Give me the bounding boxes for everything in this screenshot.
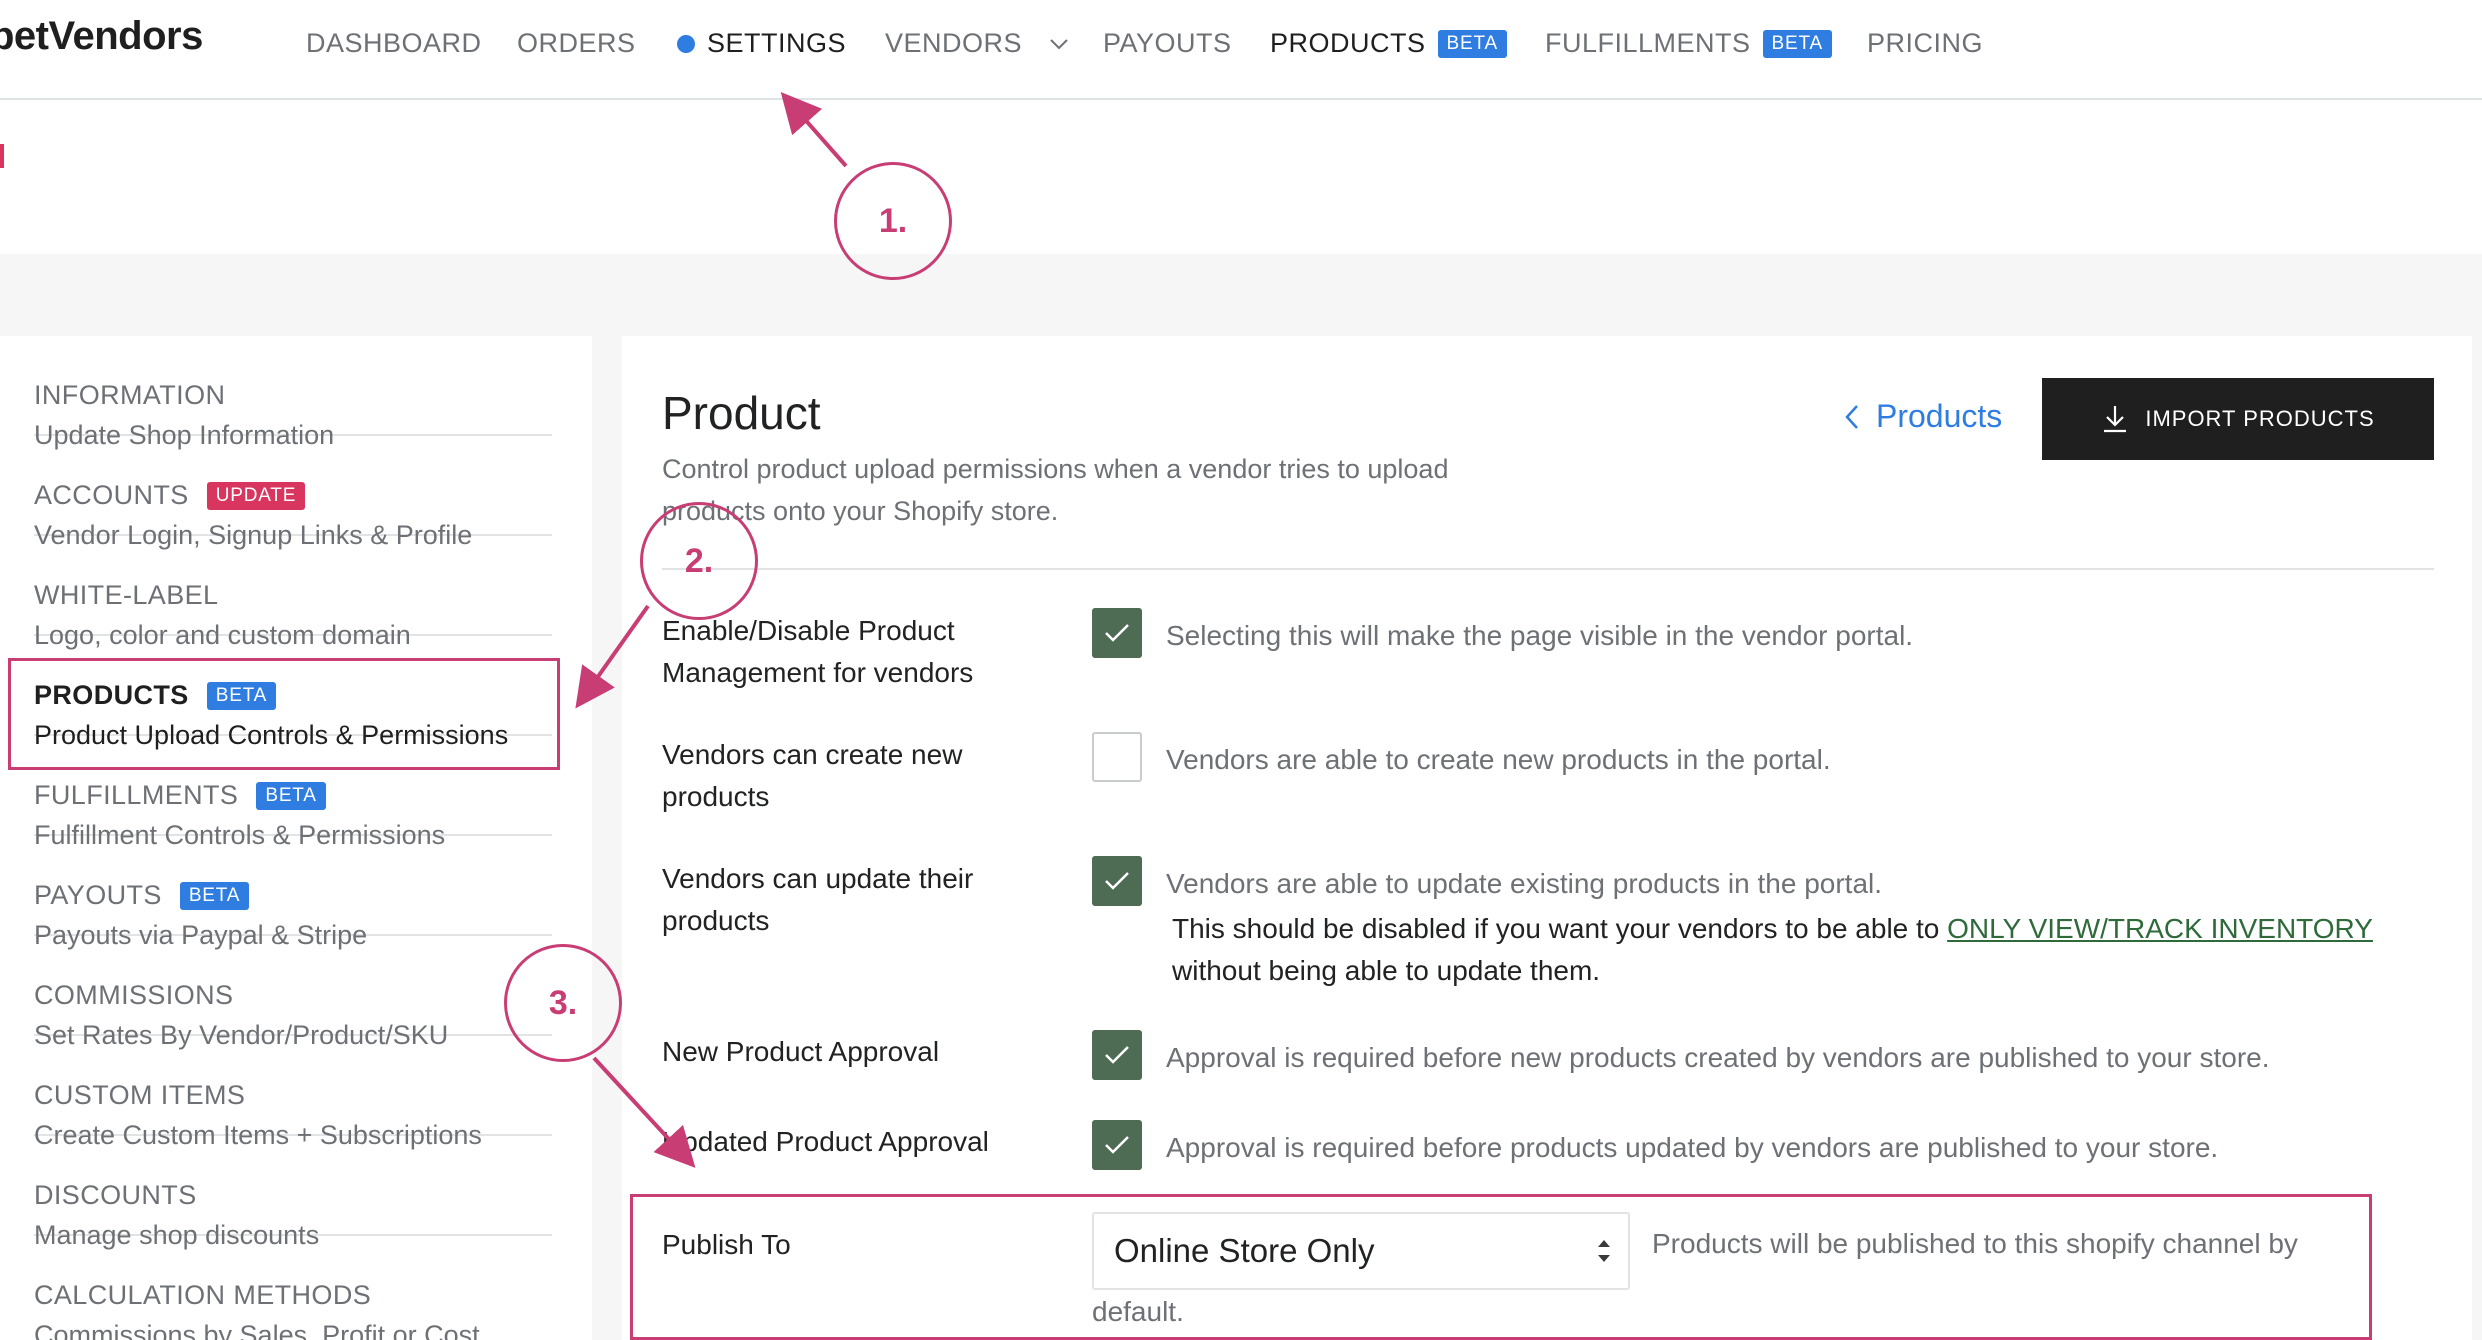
annotation-arrow-2 <box>575 604 650 709</box>
annotation-arrow-3 <box>592 1056 696 1168</box>
annotation-arrow-1 <box>780 92 848 168</box>
annotation-arrows <box>575 92 848 1168</box>
app-window: petVendors DASHBOARD ORDERS SETTINGS VEN… <box>0 0 2482 1340</box>
